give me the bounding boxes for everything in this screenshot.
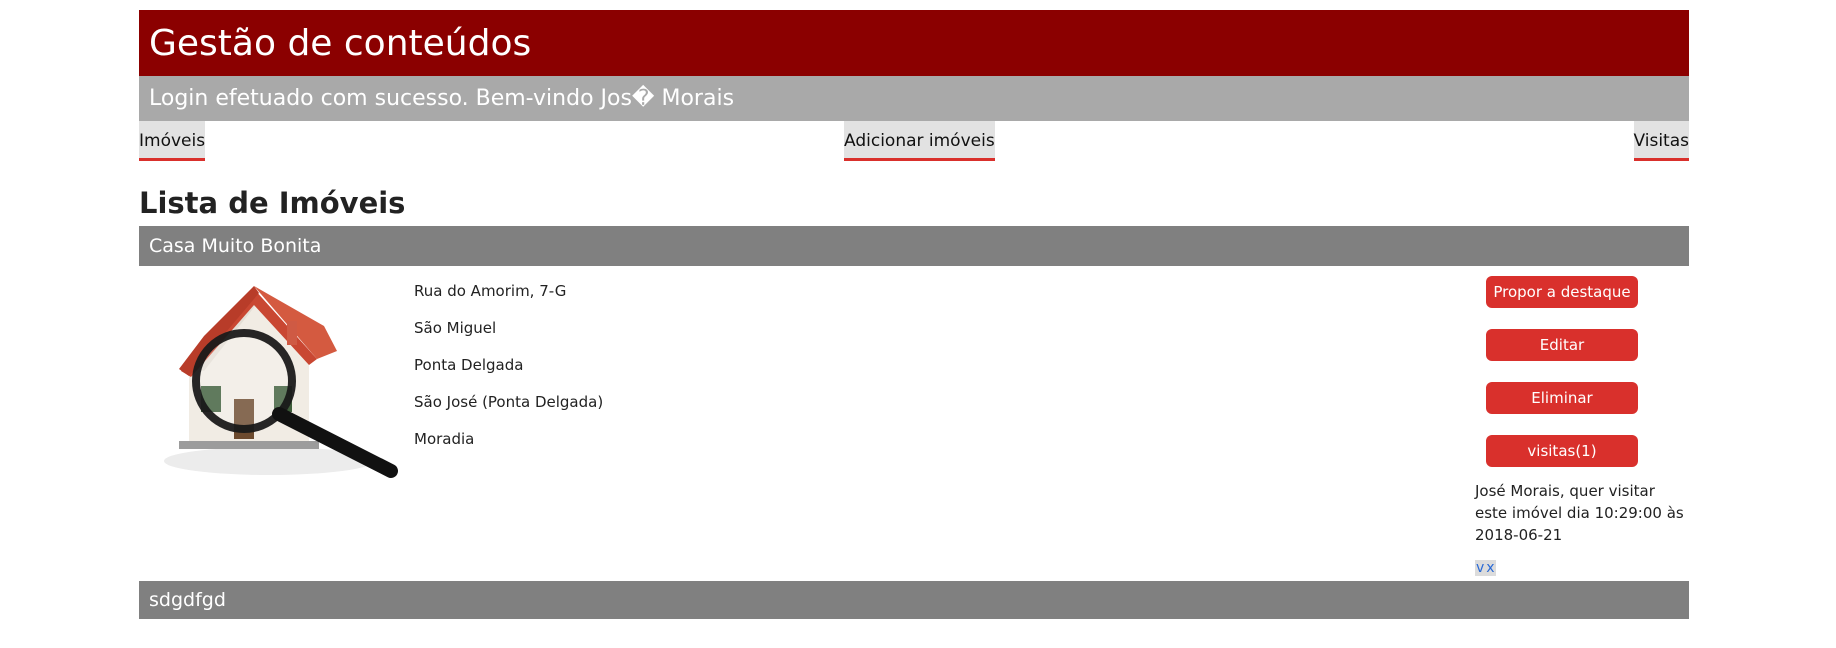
- listing-title: sdgdfgd: [149, 589, 226, 611]
- page: Gestão de conteúdos Login efetuado com s…: [139, 10, 1689, 619]
- detail-type: Moradia: [414, 430, 475, 448]
- login-status-bar: Login efetuado com sucesso. Bem-vindo Jo…: [139, 76, 1689, 121]
- listing-body: Rua do Amorim, 7-G São Miguel Ponta Delg…: [139, 266, 1689, 581]
- login-message: Login efetuado com sucesso. Bem-vindo Jo…: [149, 86, 735, 111]
- visits-button[interactable]: visitas(1): [1486, 435, 1638, 467]
- app-title: Gestão de conteúdos: [149, 22, 532, 64]
- app-header: Gestão de conteúdos: [139, 10, 1689, 76]
- listing-details: Rua do Amorim, 7-G São Miguel Ponta Delg…: [414, 279, 603, 464]
- listing-title: Casa Muito Bonita: [149, 235, 322, 257]
- reject-visit-link[interactable]: x: [1485, 560, 1496, 576]
- detail-island: São Miguel: [414, 319, 497, 337]
- detail-address: Rua do Amorim, 7-G: [414, 282, 567, 300]
- detail-municipality: Ponta Delgada: [414, 356, 524, 374]
- nav-visitas[interactable]: Visitas: [1633, 121, 1689, 161]
- listing-title-bar: Casa Muito Bonita: [139, 226, 1689, 266]
- listing-actions: Propor a destaque Editar Eliminar visita…: [1475, 276, 1684, 576]
- accept-visit-link[interactable]: v: [1475, 560, 1486, 576]
- propose-highlight-button[interactable]: Propor a destaque: [1486, 276, 1638, 308]
- page-title: Lista de Imóveis: [139, 186, 406, 220]
- nav-imoveis[interactable]: Imóveis: [139, 121, 206, 161]
- edit-button[interactable]: Editar: [1486, 329, 1638, 361]
- detail-parish: São José (Ponta Delgada): [414, 393, 604, 411]
- nav-adicionar-imoveis[interactable]: Adicionar imóveis: [844, 121, 995, 161]
- main-nav: Imóveis Adicionar imóveis Visitas: [139, 121, 1689, 161]
- house-magnifier-image: [164, 286, 398, 478]
- visit-request-note: José Morais, quer visitar este imóvel di…: [1475, 482, 1684, 544]
- visit-request-controls: vx: [1475, 560, 1675, 576]
- delete-button[interactable]: Eliminar: [1486, 382, 1638, 414]
- listing-title-bar: sdgdfgd: [139, 581, 1689, 619]
